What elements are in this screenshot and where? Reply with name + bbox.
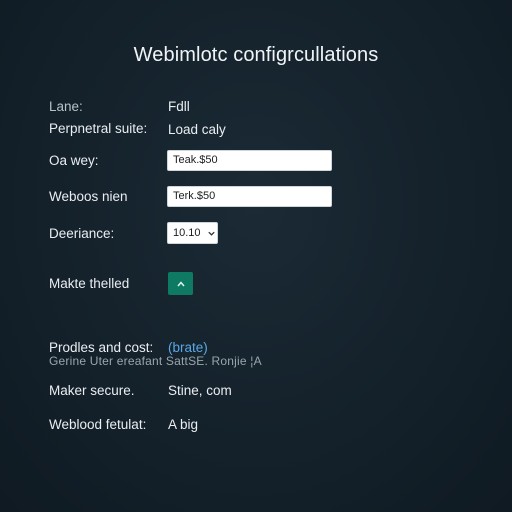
makte-thelled-toggle-button[interactable] — [168, 272, 193, 295]
weboos-nien-input[interactable]: Terk.$50 — [167, 186, 332, 207]
maker-secure-label: Maker secure. — [49, 383, 135, 398]
overlapping-text: Gerine Uter ereafant SattSE. Ronjie ¦A — [49, 354, 262, 368]
peripheral-suite-value: Load caly — [168, 122, 226, 137]
prodles-cost-label: Prodles and cost: — [49, 340, 154, 355]
chevron-up-icon — [176, 280, 185, 286]
weblood-fetulat-value: A big — [168, 417, 199, 432]
oa-wey-label: Oa wey: — [49, 153, 99, 168]
prodles-cost-link[interactable]: (brate) — [168, 340, 208, 355]
deeriance-label: Deeriance: — [49, 226, 115, 241]
deeriance-select-value: 10.10 — [173, 227, 201, 239]
deeriance-select[interactable]: 10.10 — [167, 222, 218, 244]
weblood-fetulat-label: Weblood fetulat: — [49, 417, 147, 432]
oa-wey-input[interactable]: Teak.$50 — [167, 150, 332, 171]
maker-secure-value: Stine, com — [168, 383, 232, 398]
lane-value: Fdll — [168, 99, 190, 114]
chevron-down-icon — [207, 231, 215, 236]
page-title: Webimlotc configrcullations — [133, 44, 379, 66]
makte-thelled-label: Makte thelled — [49, 276, 130, 291]
peripheral-suite-label: Perpnetral suite: — [49, 121, 148, 136]
weboos-nien-label: Weboos nien — [49, 189, 128, 204]
lane-label: Lane: — [49, 99, 83, 114]
